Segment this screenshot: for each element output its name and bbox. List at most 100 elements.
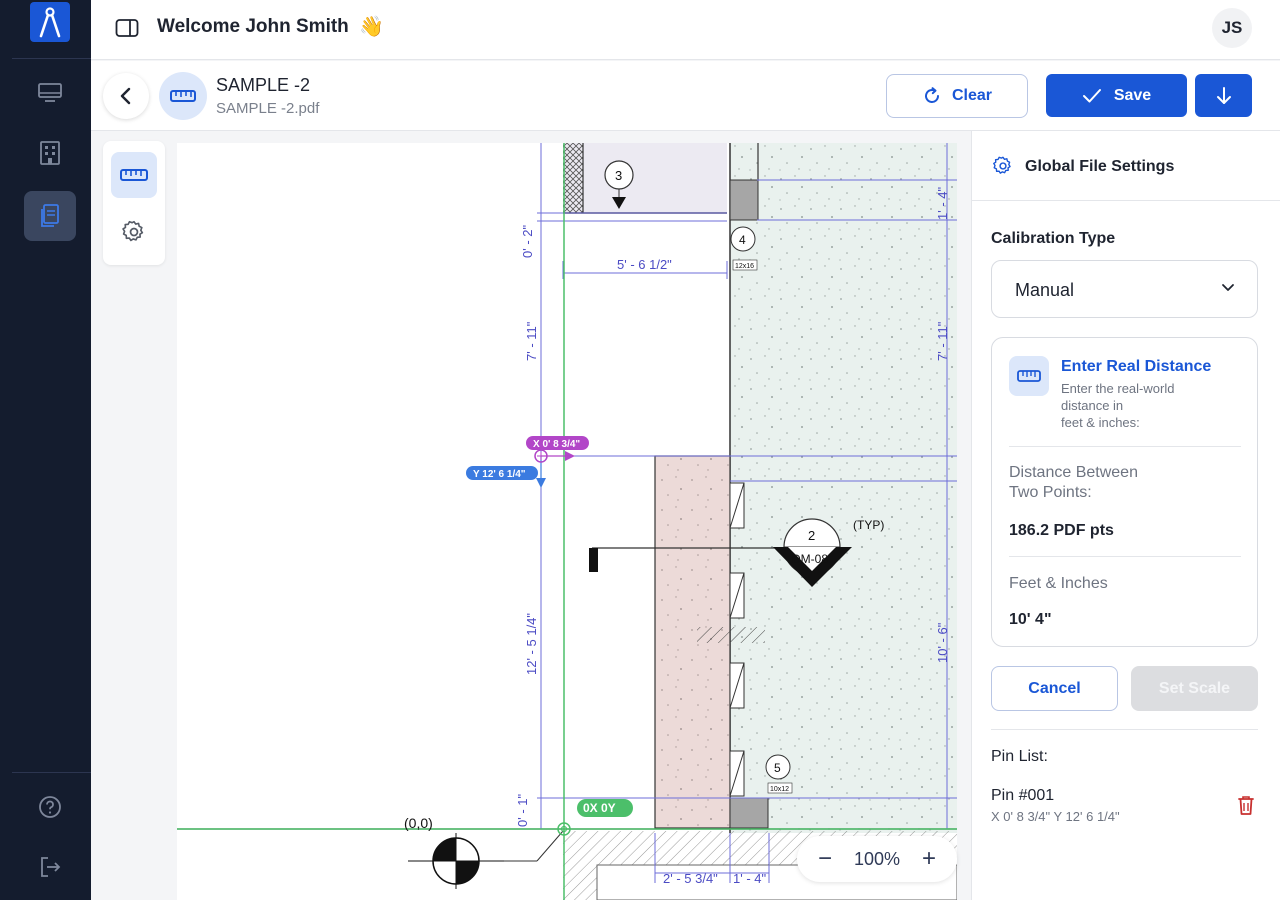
left-rail [0,0,91,900]
callout-number: 4 [739,233,746,247]
pin-list-label: Pin List: [991,748,1048,765]
distance-value: 186.2 PDF pts [1009,522,1114,539]
calibration-arrow-x [565,451,575,461]
user-avatar[interactable]: JS [1212,8,1252,48]
card-desc-line: Enter the real-world [1061,381,1175,396]
clear-label: Clear [951,87,993,104]
calibration-type-value: Manual [1015,280,1075,300]
ruler-icon [170,90,196,102]
nav-buildings[interactable] [24,128,76,178]
ruler-icon [120,169,148,181]
file-avatar [159,72,207,120]
card-desc-line: distance in [1061,398,1124,413]
save-label: Save [1113,86,1152,104]
help-icon [39,796,61,818]
y-coordinate-label: Y 12' 6 1/4" [473,469,526,480]
file-name: SAMPLE -2.pdf [216,100,320,117]
drawing-canvas[interactable]: 0' - 2" 5' - 6 1/2" 7' - 11" 12' - 5 1/4… [177,143,957,900]
panel-divider [991,729,1258,730]
logout-icon [41,857,61,877]
ruler-icon [1017,370,1041,382]
building-icon [40,141,60,165]
dim-label: 1' - 4" [935,187,950,220]
zoom-in-button[interactable]: + [922,845,936,873]
rail-divider [12,772,91,773]
panel-header: Global File Settings [972,131,1280,201]
nav-logout[interactable] [24,842,76,892]
card-icon [1009,356,1049,396]
settings-panel: Global File Settings Calibration Type Ma… [971,131,1280,900]
distance-label: Distance Between Two Points: [1009,463,1138,503]
document-icon [41,204,59,227]
callout-number: 2 [808,528,815,543]
back-button[interactable] [103,73,149,119]
calibration-type-select[interactable]: Manual [991,260,1258,318]
blueprint-drawing[interactable]: 0' - 2" 5' - 6 1/2" 7' - 11" 12' - 5 1/4… [177,143,957,900]
callout-number: 5 [774,761,781,775]
gear-icon [122,220,144,242]
top-bar: Welcome John Smith 👋 JS [91,0,1280,60]
dim-label: 0' - 2" [520,225,535,258]
sidebar-toggle-icon[interactable] [115,18,139,38]
card-title: Enter Real Distance [1061,358,1212,375]
callout-ref: DM-08 [792,552,828,566]
app-logo[interactable] [30,2,70,42]
file-header: SAMPLE -2 SAMPLE -2.pdf Clear Save [91,61,1280,131]
pin-coordinates: X 0' 8 3/4" Y 12' 6 1/4" [991,809,1120,824]
welcome-text: Welcome John Smith [157,16,349,37]
settings-tool[interactable] [111,209,157,255]
nav-files[interactable] [24,191,76,241]
zoom-out-button[interactable]: − [818,845,832,873]
calibrate-tool[interactable] [111,152,157,198]
zoom-level: 100% [853,848,901,869]
dim-label: 7' - 11" [524,321,539,361]
chevron-down-icon [1222,284,1234,291]
dim-label: 10' - 6" [935,622,950,663]
chevron-left-icon [120,87,131,105]
save-button[interactable]: Save [1046,74,1187,117]
callout-number: 3 [615,168,622,183]
check-icon [1082,88,1101,102]
set-scale-button[interactable]: Set Scale [1131,666,1258,711]
dim-label: 7' - 11" [935,321,950,361]
card-description: Enter the real-world distance in feet & … [1061,380,1251,431]
gear-icon [993,156,1011,174]
monitor-icon [38,83,62,102]
dim-label: 0' - 1" [515,794,530,827]
download-button[interactable] [1195,74,1252,117]
dim-label: 2' - 5 3/4" [663,871,718,886]
clear-button[interactable]: Clear [886,74,1028,118]
nav-help[interactable] [24,782,76,832]
calibration-arrow-y [536,478,546,488]
zoom-control: − 100% + [797,836,957,882]
feet-inches-label: Feet & Inches [1009,575,1108,592]
compass-icon [39,7,61,38]
distance-label-line: Two Points: [1009,484,1092,501]
x-coordinate-label: X 0' 8 3/4" [533,439,580,450]
pin-name[interactable]: Pin #001 [991,787,1054,805]
origin-tag-label: 0X 0Y [583,801,616,815]
origin-label: (0,0) [404,815,433,831]
card-desc-line: feet & inches: [1061,415,1140,430]
arrow-down-icon [1216,86,1231,104]
feet-inches-value[interactable]: 10' 4" [1009,611,1052,629]
cancel-button[interactable]: Cancel [991,666,1118,711]
panel-title: Global File Settings [1025,158,1175,175]
rail-divider [12,58,91,59]
dim-label: 1' - 4" [733,871,766,886]
card-divider [1009,446,1241,447]
tool-palette [103,141,165,265]
callout-tag: 12x16 [735,263,754,270]
nav-dashboard[interactable] [24,68,76,118]
refresh-icon [925,87,939,103]
callout-tag: 10x12 [770,786,789,793]
dim-label: 5' - 6 1/2" [617,257,672,272]
distance-label-line: Distance Between [1009,464,1138,481]
trash-icon[interactable] [1236,794,1256,816]
callout-note: (TYP) [853,518,884,532]
file-title: SAMPLE -2 [216,75,311,95]
calibration-type-label: Calibration Type [991,230,1116,247]
origin-marker [408,833,504,889]
card-divider [1009,556,1241,557]
wave-emoji: 👋 [359,16,384,38]
